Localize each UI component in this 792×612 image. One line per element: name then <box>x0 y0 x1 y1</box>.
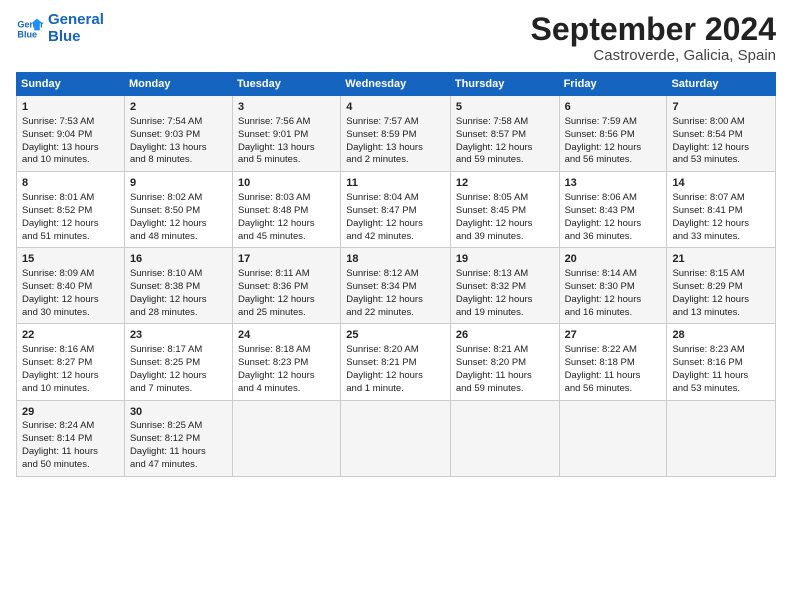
day-number: 18 <box>346 252 445 267</box>
calendar-row: 8Sunrise: 8:01 AMSunset: 8:52 PMDaylight… <box>17 172 776 248</box>
month-title: September 2024 <box>531 12 776 47</box>
table-cell: 25Sunrise: 8:20 AMSunset: 8:21 PMDayligh… <box>341 324 451 400</box>
col-thursday: Thursday <box>450 73 559 96</box>
page: General Blue General Blue September 2024… <box>0 0 792 612</box>
table-cell: 3Sunrise: 7:56 AMSunset: 9:01 PMDaylight… <box>233 96 341 172</box>
table-cell: 27Sunrise: 8:22 AMSunset: 8:18 PMDayligh… <box>559 324 667 400</box>
table-cell: 8Sunrise: 8:01 AMSunset: 8:52 PMDaylight… <box>17 172 125 248</box>
header-row: Sunday Monday Tuesday Wednesday Thursday… <box>17 73 776 96</box>
logo-general: General <box>48 11 104 28</box>
table-cell: 7Sunrise: 8:00 AMSunset: 8:54 PMDaylight… <box>667 96 776 172</box>
calendar-row: 1Sunrise: 7:53 AMSunset: 9:04 PMDaylight… <box>17 96 776 172</box>
table-cell: 4Sunrise: 7:57 AMSunset: 8:59 PMDaylight… <box>341 96 451 172</box>
day-number: 20 <box>565 252 662 267</box>
col-monday: Monday <box>124 73 232 96</box>
table-cell: 24Sunrise: 8:18 AMSunset: 8:23 PMDayligh… <box>233 324 341 400</box>
day-number: 8 <box>22 176 119 191</box>
header: General Blue General Blue September 2024… <box>16 12 776 64</box>
table-cell: 28Sunrise: 8:23 AMSunset: 8:16 PMDayligh… <box>667 324 776 400</box>
day-number: 14 <box>672 176 770 191</box>
table-cell: 1Sunrise: 7:53 AMSunset: 9:04 PMDaylight… <box>17 96 125 172</box>
day-number: 4 <box>346 100 445 115</box>
day-number: 15 <box>22 252 119 267</box>
table-cell: 19Sunrise: 8:13 AMSunset: 8:32 PMDayligh… <box>450 248 559 324</box>
day-number: 24 <box>238 328 335 343</box>
table-cell: 10Sunrise: 8:03 AMSunset: 8:48 PMDayligh… <box>233 172 341 248</box>
day-number: 19 <box>456 252 554 267</box>
day-number: 10 <box>238 176 335 191</box>
table-cell: 17Sunrise: 8:11 AMSunset: 8:36 PMDayligh… <box>233 248 341 324</box>
day-number: 27 <box>565 328 662 343</box>
table-cell: 21Sunrise: 8:15 AMSunset: 8:29 PMDayligh… <box>667 248 776 324</box>
day-number: 7 <box>672 100 770 115</box>
day-number: 26 <box>456 328 554 343</box>
day-number: 1 <box>22 100 119 115</box>
table-cell: 15Sunrise: 8:09 AMSunset: 8:40 PMDayligh… <box>17 248 125 324</box>
day-number: 28 <box>672 328 770 343</box>
day-number: 2 <box>130 100 227 115</box>
table-cell: 18Sunrise: 8:12 AMSunset: 8:34 PMDayligh… <box>341 248 451 324</box>
day-number: 16 <box>130 252 227 267</box>
table-cell: 22Sunrise: 8:16 AMSunset: 8:27 PMDayligh… <box>17 324 125 400</box>
svg-text:General: General <box>17 19 44 29</box>
day-number: 12 <box>456 176 554 191</box>
table-cell: 23Sunrise: 8:17 AMSunset: 8:25 PMDayligh… <box>124 324 232 400</box>
table-cell <box>450 400 559 476</box>
table-cell: 6Sunrise: 7:59 AMSunset: 8:56 PMDaylight… <box>559 96 667 172</box>
table-cell: 26Sunrise: 8:21 AMSunset: 8:20 PMDayligh… <box>450 324 559 400</box>
table-cell: 20Sunrise: 8:14 AMSunset: 8:30 PMDayligh… <box>559 248 667 324</box>
day-number: 21 <box>672 252 770 267</box>
table-cell: 30Sunrise: 8:25 AMSunset: 8:12 PMDayligh… <box>124 400 232 476</box>
day-number: 3 <box>238 100 335 115</box>
table-cell: 14Sunrise: 8:07 AMSunset: 8:41 PMDayligh… <box>667 172 776 248</box>
logo-blue: Blue <box>48 28 81 45</box>
table-cell: 13Sunrise: 8:06 AMSunset: 8:43 PMDayligh… <box>559 172 667 248</box>
table-cell <box>559 400 667 476</box>
day-number: 13 <box>565 176 662 191</box>
table-cell <box>667 400 776 476</box>
col-tuesday: Tuesday <box>233 73 341 96</box>
day-number: 5 <box>456 100 554 115</box>
calendar-row: 22Sunrise: 8:16 AMSunset: 8:27 PMDayligh… <box>17 324 776 400</box>
title-block: September 2024 Castroverde, Galicia, Spa… <box>531 12 776 64</box>
table-cell <box>341 400 451 476</box>
svg-text:Blue: Blue <box>17 29 37 39</box>
table-cell: 9Sunrise: 8:02 AMSunset: 8:50 PMDaylight… <box>124 172 232 248</box>
day-number: 25 <box>346 328 445 343</box>
table-cell: 5Sunrise: 7:58 AMSunset: 8:57 PMDaylight… <box>450 96 559 172</box>
day-number: 17 <box>238 252 335 267</box>
calendar-row: 29Sunrise: 8:24 AMSunset: 8:14 PMDayligh… <box>17 400 776 476</box>
table-cell: 12Sunrise: 8:05 AMSunset: 8:45 PMDayligh… <box>450 172 559 248</box>
logo: General Blue General Blue <box>16 12 104 45</box>
logo-icon: General Blue <box>16 15 44 43</box>
table-cell: 29Sunrise: 8:24 AMSunset: 8:14 PMDayligh… <box>17 400 125 476</box>
col-sunday: Sunday <box>17 73 125 96</box>
table-cell: 16Sunrise: 8:10 AMSunset: 8:38 PMDayligh… <box>124 248 232 324</box>
day-number: 11 <box>346 176 445 191</box>
table-cell: 11Sunrise: 8:04 AMSunset: 8:47 PMDayligh… <box>341 172 451 248</box>
table-cell <box>233 400 341 476</box>
day-number: 29 <box>22 405 119 420</box>
logo-text: General Blue <box>48 12 104 45</box>
table-cell: 2Sunrise: 7:54 AMSunset: 9:03 PMDaylight… <box>124 96 232 172</box>
day-number: 9 <box>130 176 227 191</box>
day-number: 22 <box>22 328 119 343</box>
calendar-row: 15Sunrise: 8:09 AMSunset: 8:40 PMDayligh… <box>17 248 776 324</box>
day-number: 30 <box>130 405 227 420</box>
calendar-table: Sunday Monday Tuesday Wednesday Thursday… <box>16 72 776 476</box>
col-saturday: Saturday <box>667 73 776 96</box>
location-title: Castroverde, Galicia, Spain <box>531 47 776 64</box>
day-number: 23 <box>130 328 227 343</box>
col-wednesday: Wednesday <box>341 73 451 96</box>
col-friday: Friday <box>559 73 667 96</box>
day-number: 6 <box>565 100 662 115</box>
